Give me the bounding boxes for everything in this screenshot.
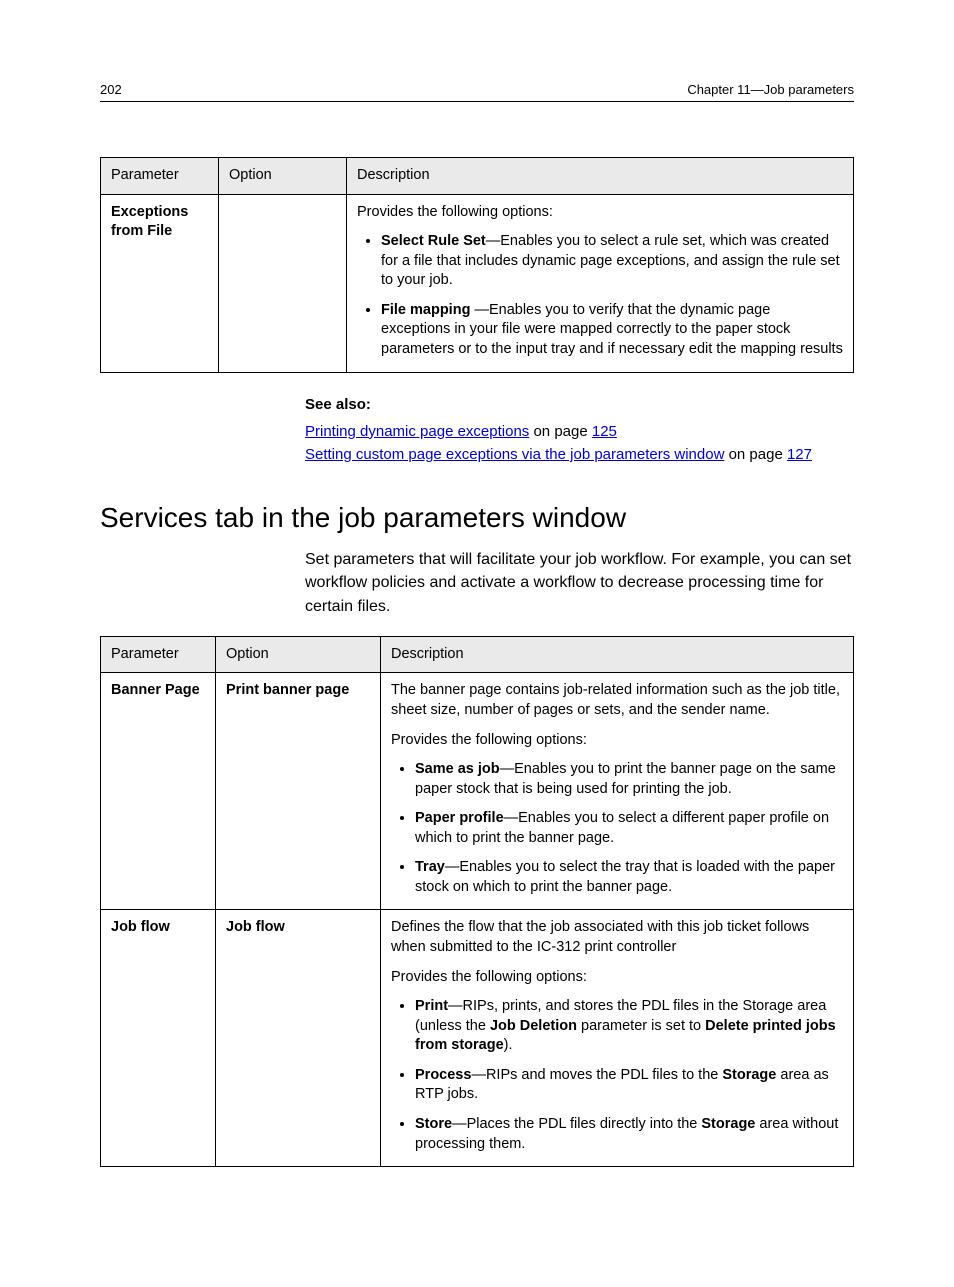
cell-parameter: Banner Page (101, 673, 216, 910)
link-printing-dynamic-exceptions[interactable]: Printing dynamic page exceptions (305, 423, 529, 440)
bullet-text: —RIPs and moves the PDL files to the (471, 1067, 722, 1083)
table1-header-description: Description (347, 158, 854, 195)
bullet-bold: Paper profile (415, 810, 504, 826)
desc-p2: Provides the following options: (391, 731, 843, 751)
cell-description: The banner page contains job-related inf… (381, 673, 854, 910)
section-intro: Set parameters that will facilitate your… (305, 548, 854, 618)
parameter-name: Exceptions from File (111, 204, 188, 240)
list-item: Process—RIPs and moves the PDL files to … (415, 1066, 843, 1105)
list-item: Paper profile—Enables you to select a di… (415, 809, 843, 848)
page-header: 202 Chapter 11—Job parameters (100, 82, 854, 102)
chapter-label: Chapter 11—Job parameters (687, 82, 854, 97)
services-table: Parameter Option Description Banner Page… (100, 636, 854, 1167)
see-also-line-1: Printing dynamic page exceptions on page… (305, 420, 854, 443)
table-row: Exceptions from File Provides the follow… (101, 194, 854, 372)
bullet-bold: Tray (415, 859, 445, 875)
link-page-127[interactable]: 127 (787, 446, 812, 463)
list-item: Tray—Enables you to select the tray that… (415, 858, 843, 897)
bullet-bold: Process (415, 1067, 471, 1083)
section-title: Services tab in the job parameters windo… (100, 502, 854, 534)
page-number: 202 (100, 82, 122, 97)
bullet-text3: ). (504, 1037, 513, 1053)
exceptions-table: Parameter Option Description Exceptions … (100, 157, 854, 373)
list-item: Print—RIPs, prints, and stores the PDL f… (415, 997, 843, 1056)
desc-list: Same as job—Enables you to print the ban… (391, 760, 843, 897)
desc-p1: Defines the flow that the job associated… (391, 918, 843, 957)
link-setting-custom-exceptions[interactable]: Setting custom page exceptions via the j… (305, 446, 724, 463)
table-row: Banner Page Print banner page The banner… (101, 673, 854, 910)
list-item: File mapping —Enables you to verify that… (381, 301, 843, 360)
see-also-title: See also: (305, 393, 854, 416)
parameter-name: Job flow (111, 919, 170, 935)
desc-p1: The banner page contains job-related inf… (391, 681, 843, 720)
page: 202 Chapter 11—Job parameters Parameter … (0, 0, 954, 1287)
cell-option (219, 194, 347, 372)
bullet-bold2: Job Deletion (490, 1018, 577, 1034)
cell-option: Job flow (216, 910, 381, 1167)
bullet-bold2: Storage (701, 1116, 755, 1132)
desc-list: Select Rule Set—Enables you to select a … (357, 232, 843, 359)
table1-header-option: Option (219, 158, 347, 195)
bullet-bold2: Storage (722, 1067, 776, 1083)
list-item: Same as job—Enables you to print the ban… (415, 760, 843, 799)
desc-intro: Provides the following options: (357, 203, 843, 223)
bullet-text2: parameter is set to (577, 1018, 705, 1034)
table1-header-parameter: Parameter (101, 158, 219, 195)
list-item: Select Rule Set—Enables you to select a … (381, 232, 843, 291)
link-suffix: on page (724, 446, 787, 463)
bullet-bold: Same as job (415, 761, 500, 777)
bullet-text: —Places the PDL files directly into the (452, 1116, 701, 1132)
see-also-block: See also: Printing dynamic page exceptio… (305, 393, 854, 467)
bullet-bold: File mapping (381, 302, 474, 318)
list-item: Store—Places the PDL files directly into… (415, 1115, 843, 1154)
link-page-125[interactable]: 125 (592, 423, 617, 440)
parameter-name: Banner Page (111, 682, 200, 698)
link-suffix: on page (529, 423, 592, 440)
bullet-text: —Enables you to select the tray that is … (415, 859, 835, 895)
bullet-bold: Print (415, 998, 448, 1014)
bullet-bold: Store (415, 1116, 452, 1132)
see-also-line-2: Setting custom page exceptions via the j… (305, 443, 854, 466)
cell-description: Defines the flow that the job associated… (381, 910, 854, 1167)
cell-description: Provides the following options: Select R… (347, 194, 854, 372)
table2-header-parameter: Parameter (101, 636, 216, 673)
table2-header-option: Option (216, 636, 381, 673)
option-name: Job flow (226, 919, 285, 935)
cell-parameter: Exceptions from File (101, 194, 219, 372)
table2-header-description: Description (381, 636, 854, 673)
table-row: Job flow Job flow Defines the flow that … (101, 910, 854, 1167)
option-name: Print banner page (226, 682, 349, 698)
desc-p2: Provides the following options: (391, 968, 843, 988)
desc-list: Print—RIPs, prints, and stores the PDL f… (391, 997, 843, 1154)
cell-option: Print banner page (216, 673, 381, 910)
bullet-bold: Select Rule Set (381, 233, 486, 249)
cell-parameter: Job flow (101, 910, 216, 1167)
